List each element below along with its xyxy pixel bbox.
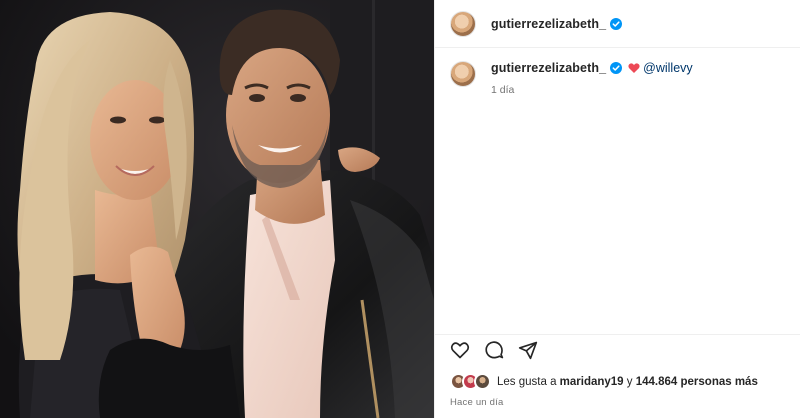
caption-username[interactable]: gutierrezelizabeth_	[491, 61, 606, 75]
likes-summary: Les gusta a maridany19 y 144.864 persona…	[450, 373, 758, 391]
heart-emoji-icon	[628, 63, 640, 73]
post-photo[interactable]	[0, 0, 434, 418]
likes-prefix: Les gusta a	[497, 376, 560, 388]
comment-bubble-icon	[485, 340, 504, 358]
header-username[interactable]: gutierrezelizabeth_	[491, 17, 606, 31]
avatar	[474, 373, 491, 390]
heart-outline-icon	[450, 341, 470, 358]
mention-link[interactable]: @willevy	[643, 61, 693, 75]
verified-badge-icon	[610, 62, 623, 74]
paper-plane-icon	[518, 341, 538, 359]
likes-middle: y	[623, 376, 636, 388]
post-header: gutierrezelizabeth_	[435, 0, 800, 48]
photo-two-people	[0, 0, 434, 418]
action-bar	[435, 334, 800, 364]
like-button[interactable]	[449, 339, 471, 361]
posted-time[interactable]: Hace un día	[450, 397, 503, 408]
caption-avatar[interactable]	[450, 61, 476, 87]
post-viewer: gutierrezelizabeth_ gutierrezelizabeth_	[0, 0, 800, 418]
post-caption: gutierrezelizabeth_ @willevy 1 día	[450, 60, 790, 96]
avatar[interactable]	[450, 10, 476, 37]
caption-body: gutierrezelizabeth_ @willevy 1 día	[491, 60, 693, 96]
caption-time: 1 día	[491, 84, 515, 96]
share-button[interactable]	[517, 339, 539, 361]
likes-text: Les gusta a maridany19 y 144.864 persona…	[497, 376, 758, 388]
likes-count[interactable]: 144.864 personas más	[636, 376, 758, 388]
caption-line: gutierrezelizabeth_ @willevy	[491, 60, 693, 76]
liker-avatars	[450, 373, 491, 391]
post-side-panel: gutierrezelizabeth_ gutierrezelizabeth_	[434, 0, 800, 418]
liker-username[interactable]: maridany19	[560, 376, 624, 388]
verified-badge-icon	[610, 17, 623, 30]
comment-button[interactable]	[483, 339, 505, 361]
